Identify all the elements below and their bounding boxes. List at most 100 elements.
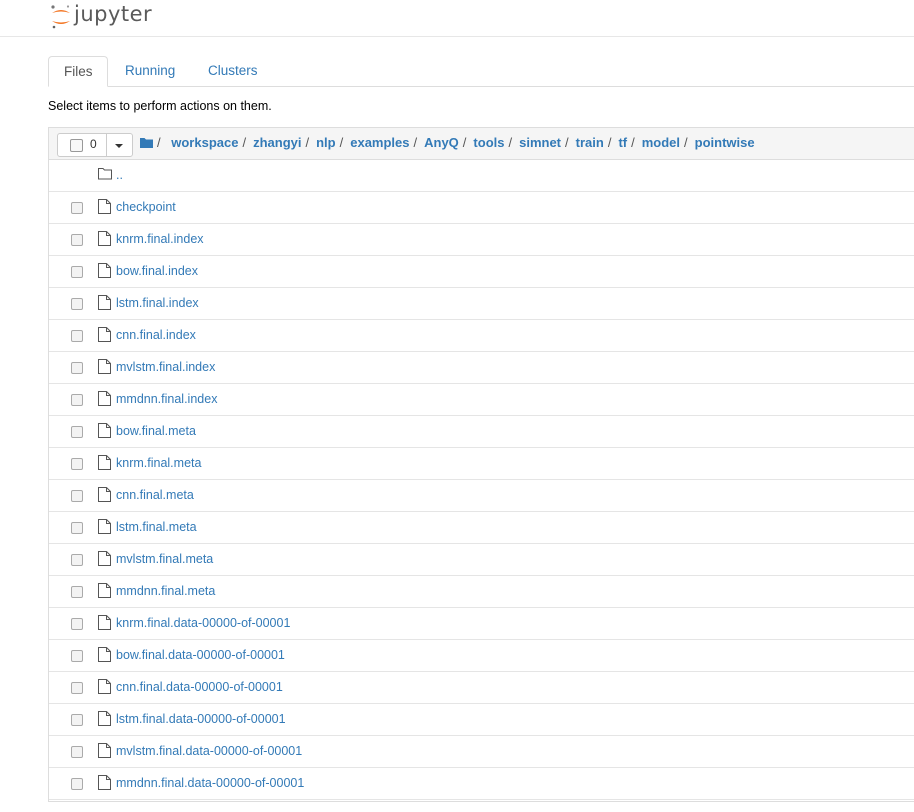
breadcrumb-item[interactable]: pointwise: [695, 135, 755, 150]
file-row[interactable]: mmdnn.final.data-00000-of-00001: [49, 768, 914, 800]
file-link[interactable]: lstm.final.data-00000-of-00001: [116, 712, 286, 726]
file-row[interactable]: mmdnn.final.meta: [49, 576, 914, 608]
file-row[interactable]: mvlstm.final.index: [49, 352, 914, 384]
file-icon: [98, 327, 111, 345]
breadcrumb-item[interactable]: simnet: [519, 135, 561, 150]
file-checkbox[interactable]: [71, 746, 83, 758]
file-link[interactable]: cnn.final.meta: [116, 488, 194, 502]
file-icon: [98, 743, 111, 761]
file-checkbox[interactable]: [71, 650, 83, 662]
file-list-header: 0 / workspace / zhangyi / nlp / examples / AnyQ /…: [49, 128, 914, 160]
folder-icon[interactable]: [140, 136, 153, 151]
chevron-down-icon[interactable]: [115, 144, 123, 148]
file-icon: [98, 647, 111, 665]
selected-count: 0: [90, 137, 97, 151]
breadcrumb-item[interactable]: train: [576, 135, 604, 150]
file-row[interactable]: checkpoint: [49, 192, 914, 224]
breadcrumb-item[interactable]: zhangyi: [253, 135, 301, 150]
select-all-button[interactable]: 0: [57, 133, 133, 157]
jupyter-logo[interactable]: jupyter: [49, 2, 189, 31]
file-row[interactable]: mmdnn.final.index: [49, 384, 914, 416]
tab-files[interactable]: Files: [48, 56, 108, 87]
file-checkbox[interactable]: [71, 266, 83, 278]
breadcrumb-item[interactable]: tf: [618, 135, 627, 150]
jupyter-logo-icon: [51, 5, 70, 29]
file-checkbox[interactable]: [71, 394, 83, 406]
file-row[interactable]: cnn.final.meta: [49, 480, 914, 512]
file-checkbox[interactable]: [71, 234, 83, 246]
file-link[interactable]: mmdnn.final.index: [116, 392, 217, 406]
file-icon: [98, 487, 111, 505]
file-icon: [98, 359, 111, 377]
file-row[interactable]: mvlstm.final.meta: [49, 544, 914, 576]
parent-dir-link[interactable]: ..: [116, 168, 123, 182]
file-checkbox[interactable]: [71, 490, 83, 502]
file-checkbox[interactable]: [71, 682, 83, 694]
breadcrumb-item[interactable]: AnyQ: [424, 135, 459, 150]
file-icon: [98, 455, 111, 473]
file-checkbox[interactable]: [71, 426, 83, 438]
file-icon: [98, 423, 111, 441]
file-icon: [98, 391, 111, 409]
file-row[interactable]: lstm.final.index: [49, 288, 914, 320]
file-row[interactable]: bow.final.meta: [49, 416, 914, 448]
file-link[interactable]: bow.final.data-00000-of-00001: [116, 648, 285, 662]
file-link[interactable]: bow.final.index: [116, 264, 198, 278]
file-icon: [98, 519, 111, 537]
breadcrumb-item[interactable]: model: [642, 135, 680, 150]
selection-hint: Select items to perform actions on them.: [48, 99, 272, 113]
file-row[interactable]: cnn.final.data-00000-of-00001: [49, 672, 914, 704]
file-icon: [98, 615, 111, 633]
file-link[interactable]: knrm.final.meta: [116, 456, 201, 470]
file-checkbox[interactable]: [71, 298, 83, 310]
file-checkbox[interactable]: [71, 554, 83, 566]
file-row[interactable]: knrm.final.data-00000-of-00001: [49, 608, 914, 640]
select-all-checkbox[interactable]: [70, 139, 83, 152]
file-checkbox[interactable]: [71, 202, 83, 214]
breadcrumb-item[interactable]: workspace: [171, 135, 238, 150]
breadcrumb-item[interactable]: examples: [350, 135, 409, 150]
file-checkbox[interactable]: [71, 522, 83, 534]
file-icon: [98, 679, 111, 697]
file-row[interactable]: mvlstm.final.data-00000-of-00001: [49, 736, 914, 768]
file-checkbox[interactable]: [71, 362, 83, 374]
file-link[interactable]: mvlstm.final.meta: [116, 552, 213, 566]
file-checkbox[interactable]: [71, 618, 83, 630]
file-checkbox[interactable]: [71, 778, 83, 790]
file-link[interactable]: knrm.final.data-00000-of-00001: [116, 616, 290, 630]
file-link[interactable]: mvlstm.final.index: [116, 360, 215, 374]
file-list: 0 / workspace / zhangyi / nlp / examples / AnyQ /…: [48, 127, 914, 802]
file-checkbox[interactable]: [71, 458, 83, 470]
file-checkbox[interactable]: [71, 714, 83, 726]
file-link[interactable]: mmdnn.final.meta: [116, 584, 215, 598]
folder-open-icon: [98, 167, 112, 183]
file-link[interactable]: checkpoint: [116, 200, 176, 214]
file-link[interactable]: knrm.final.index: [116, 232, 204, 246]
file-checkbox[interactable]: [71, 586, 83, 598]
file-row[interactable]: bow.final.data-00000-of-00001: [49, 640, 914, 672]
file-link[interactable]: mmdnn.final.data-00000-of-00001: [116, 776, 304, 790]
parent-dir-row[interactable]: ..: [49, 160, 914, 192]
tab-bar: Files Running Clusters: [48, 56, 914, 87]
file-icon: [98, 263, 111, 281]
file-row[interactable]: lstm.final.data-00000-of-00001: [49, 704, 914, 736]
tab-running[interactable]: Running: [110, 56, 190, 85]
file-checkbox[interactable]: [71, 330, 83, 342]
app-name: jupyter: [74, 2, 153, 26]
file-row[interactable]: knrm.final.index: [49, 224, 914, 256]
tab-clusters[interactable]: Clusters: [193, 56, 273, 85]
breadcrumb-item[interactable]: tools: [473, 135, 504, 150]
file-row[interactable]: lstm.final.meta: [49, 512, 914, 544]
file-row[interactable]: knrm.final.meta: [49, 448, 914, 480]
file-row[interactable]: cnn.final.index: [49, 320, 914, 352]
file-icon: [98, 199, 111, 217]
file-link[interactable]: lstm.final.index: [116, 296, 199, 310]
top-header: jupyter: [0, 0, 914, 37]
file-link[interactable]: lstm.final.meta: [116, 520, 197, 534]
file-link[interactable]: cnn.final.data-00000-of-00001: [116, 680, 283, 694]
file-link[interactable]: mvlstm.final.data-00000-of-00001: [116, 744, 302, 758]
file-link[interactable]: bow.final.meta: [116, 424, 196, 438]
file-link[interactable]: cnn.final.index: [116, 328, 196, 342]
file-row[interactable]: bow.final.index: [49, 256, 914, 288]
breadcrumb-item[interactable]: nlp: [316, 135, 336, 150]
